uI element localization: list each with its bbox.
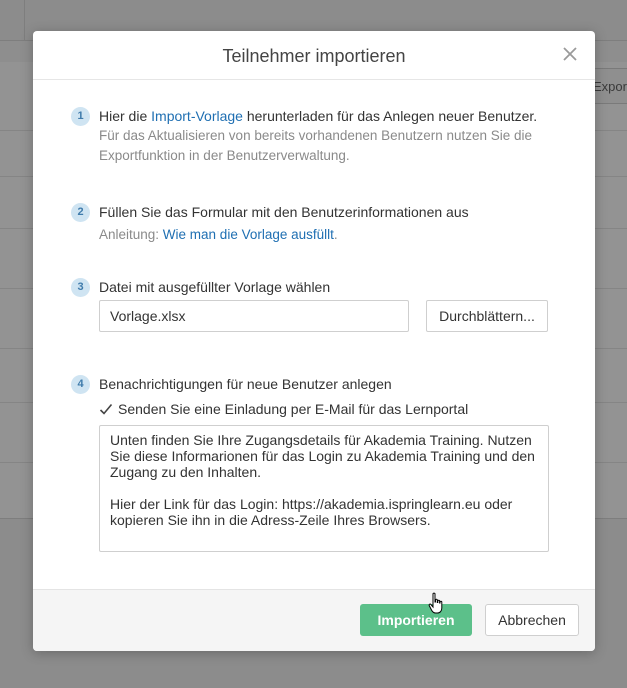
- step-1-title: Hier die Import-Vorlage herunterladen fü…: [99, 106, 554, 126]
- file-name-field[interactable]: Vorlage.xlsx: [99, 300, 409, 332]
- step-3-content: Datei mit ausgefüllter Vorlage wählen Vo…: [99, 277, 554, 332]
- step-3-title: Datei mit ausgefüllter Vorlage wählen: [99, 279, 331, 295]
- step-4-title: Benachrichtigungen für neue Benutzer anl…: [99, 376, 392, 392]
- checkmark-icon: [99, 403, 113, 415]
- step-2-content: Füllen Sie das Formular mit den Benutzer…: [99, 202, 554, 245]
- step-number-badge: 3: [71, 278, 90, 297]
- hand-cursor-icon: [428, 592, 443, 614]
- browse-button[interactable]: Durchblättern...: [426, 300, 548, 332]
- send-invitation-checkbox[interactable]: [99, 401, 113, 415]
- invitation-message-textarea[interactable]: Unten finden Sie Ihre Zugangsdetails für…: [99, 425, 549, 552]
- dialog-footer: Importieren Abbrechen: [33, 589, 595, 651]
- step-1-content: Hier die Import-Vorlage herunterladen fü…: [99, 106, 554, 166]
- step-4-content: Benachrichtigungen für neue Benutzer anl…: [99, 374, 554, 552]
- dialog-body: 1 Hier die Import-Vorlage herunterladen …: [33, 80, 595, 590]
- step-1: 1 Hier die Import-Vorlage herunterladen …: [71, 106, 571, 176]
- send-invitation-row: Senden Sie eine Einladung per E-Mail für…: [99, 399, 468, 419]
- how-to-fill-template-link[interactable]: Wie man die Vorlage ausfüllt: [163, 227, 334, 242]
- import-participants-dialog: Teilnehmer importieren 1 Hier die Import…: [33, 31, 595, 651]
- dialog-title: Teilnehmer importieren: [222, 46, 406, 66]
- import-button[interactable]: Importieren: [360, 604, 472, 636]
- step-2-title: Füllen Sie das Formular mit den Benutzer…: [99, 204, 469, 220]
- step-2-subtitle: Anleitung: Wie man die Vorlage ausfüllt.: [99, 225, 554, 245]
- step-1-title-prefix: Hier die: [99, 108, 152, 124]
- dialog-header: Teilnehmer importieren: [33, 31, 595, 80]
- send-invitation-label: Senden Sie eine Einladung per E-Mail für…: [118, 401, 469, 417]
- import-template-link[interactable]: Import-Vorlage: [151, 108, 243, 124]
- cancel-button[interactable]: Abbrechen: [485, 604, 579, 636]
- step-2: 2 Füllen Sie das Formular mit den Benutz…: [71, 202, 571, 248]
- step-1-subtitle: Für das Aktualisieren von bereits vorhan…: [99, 128, 533, 163]
- step-2-subtitle-suffix: .: [333, 227, 338, 242]
- step-1-title-suffix: herunterladen für das Anlegen neuer Benu…: [242, 108, 538, 124]
- background-divider: [24, 0, 25, 40]
- step-number-badge: 2: [71, 203, 90, 222]
- step-3: 3 Datei mit ausgefüllter Vorlage wählen …: [71, 277, 571, 339]
- step-2-subtitle-prefix: Anleitung:: [99, 227, 163, 242]
- step-number-badge: 1: [71, 107, 90, 126]
- close-icon[interactable]: [559, 43, 581, 65]
- step-number-badge: 4: [71, 375, 90, 394]
- step-4: 4 Benachrichtigungen für neue Benutzer a…: [71, 374, 571, 554]
